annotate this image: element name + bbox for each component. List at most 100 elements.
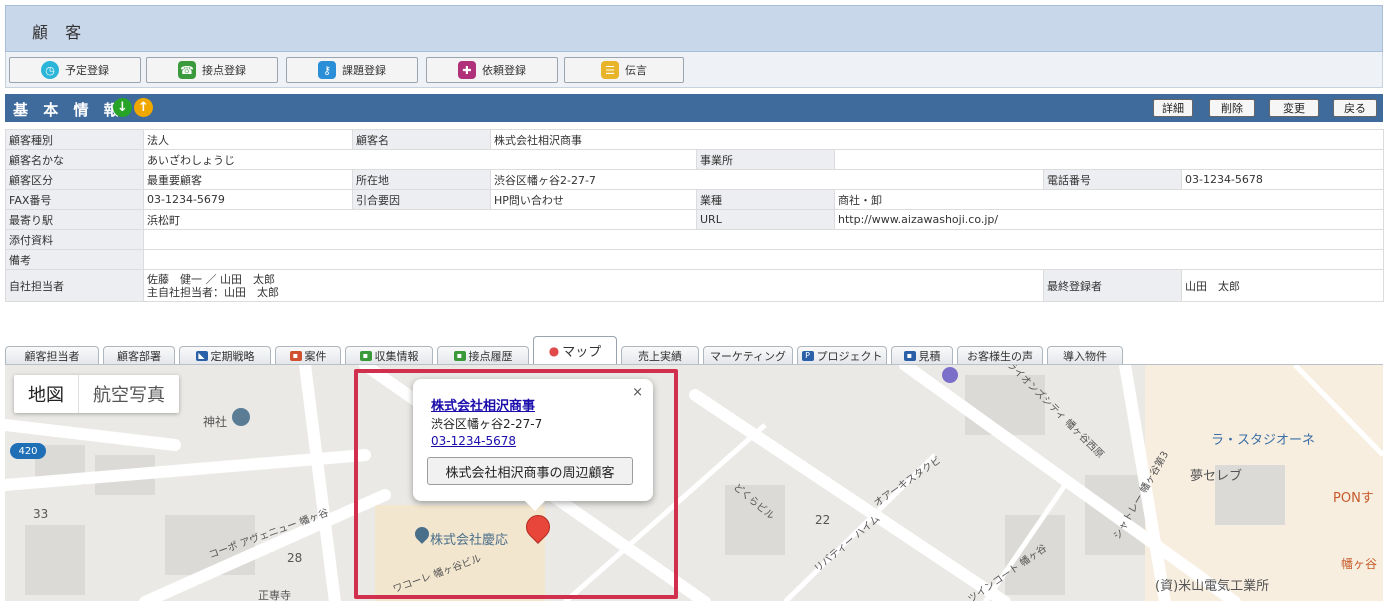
place-label: 22: [815, 513, 831, 527]
tab-label: プロジェクト: [816, 349, 883, 363]
close-icon[interactable]: ×: [632, 385, 643, 400]
map-info-window: × 株式会社相沢商事 渋谷区幡ヶ谷2-27-7 03-1234-5678 株式会…: [413, 379, 653, 511]
map-type-map-button[interactable]: 地図: [14, 375, 78, 413]
popup-address: 渋谷区幡ヶ谷2-27-7: [431, 417, 543, 431]
request-register-label: 依頼登録: [482, 64, 526, 77]
tab-contact-history[interactable]: ▪ 接点履歴: [437, 346, 529, 364]
tab-customer-contacts[interactable]: 顧客担当者: [5, 346, 99, 364]
schedule-register-label: 予定登録: [65, 64, 109, 77]
key-icon: ⚷: [318, 61, 336, 79]
route-shield: 420: [10, 443, 46, 459]
tab-periodic-strategy[interactable]: ◣ 定期戦略: [179, 346, 271, 364]
industry-value: 商社・卸: [834, 189, 1384, 210]
notes-value: [143, 249, 1384, 270]
detail-button[interactable]: 詳細: [1153, 99, 1193, 117]
tab-label: 接点履歴: [468, 349, 513, 363]
place-label: 28: [287, 551, 303, 565]
message-button[interactable]: ☰ 伝言: [564, 57, 684, 83]
schedule-register-button[interactable]: ◷ 予定登録: [9, 57, 141, 83]
place-label: 33: [33, 507, 49, 521]
address-label: 所在地: [352, 169, 491, 190]
place-label: 正専寺: [258, 589, 291, 601]
table-row: 顧客区分 最重要顧客 所在地 渋谷区幡ヶ谷2-27-7 電話番号 03-1234…: [5, 169, 1384, 190]
tab-customer-voice[interactable]: お客様生の声: [957, 346, 1043, 364]
memo-icon: ☰: [601, 61, 619, 79]
main-owner-line: 主自社担当者：山田 太郎: [147, 285, 279, 299]
customer-type-label: 顧客種別: [5, 129, 144, 150]
issue-register-button[interactable]: ⚷ 課題登録: [286, 57, 418, 83]
contact-icon: ☎: [178, 61, 196, 79]
tab-label: マップ: [562, 345, 602, 360]
place-label: (資)米山電気工業所: [1155, 579, 1270, 594]
case-icon: ▪: [289, 350, 302, 361]
tab-marketing[interactable]: マーケティング: [703, 346, 793, 364]
table-row: 自社担当者 佐藤 健一 ／ 山田 太郎 主自社担当者：山田 太郎 最終登録者 山…: [5, 269, 1384, 302]
back-button[interactable]: 戻る: [1333, 99, 1377, 117]
strategy-icon: ◣: [195, 350, 208, 361]
table-row: 顧客種別 法人 顧客名 株式会社相沢商事: [5, 129, 1384, 150]
tab-cases[interactable]: ▪ 案件: [275, 346, 341, 364]
arrow-up-icon[interactable]: ↑: [134, 98, 153, 117]
basic-info-table: 顧客種別 法人 顧客名 株式会社相沢商事 顧客名かな あいざわしょうじ 事業所 …: [5, 129, 1384, 302]
referral-value: HP問い合わせ: [490, 189, 697, 210]
contact-register-button[interactable]: ☎ 接点登録: [146, 57, 278, 83]
action-bar: ◷ 予定登録 ☎ 接点登録 ⚷ 課題登録 ✚ 依頼登録 ☰ 伝言: [5, 52, 1383, 88]
map-type-control: 地図 航空写真: [14, 375, 179, 413]
map-roads: [5, 365, 1383, 601]
tab-label: 顧客担当者: [24, 349, 80, 363]
notes-label: 備考: [5, 249, 144, 270]
request-register-button[interactable]: ✚ 依頼登録: [426, 57, 558, 83]
tab-label: マーケティング: [709, 349, 787, 363]
attachments-value: [143, 229, 1384, 250]
tab-project[interactable]: P プロジェクト: [797, 346, 887, 364]
estimate-icon: ▪: [903, 350, 916, 361]
place-label: 夢セレブ: [1190, 469, 1243, 484]
parking-icon: [942, 367, 958, 383]
map-type-satellite-button[interactable]: 航空写真: [78, 375, 179, 413]
table-row: 最寄り駅 浜松町 URL http://www.aizawashoji.co.j…: [5, 209, 1384, 230]
tab-label: 定期戦略: [210, 349, 255, 363]
tab-collected-info[interactable]: ▪ 収集情報: [345, 346, 433, 364]
tab-map[interactable]: ● マップ: [533, 336, 617, 364]
owner-label: 自社担当者: [5, 269, 144, 302]
tab-estimate[interactable]: ▪ 見積: [891, 346, 953, 364]
owner-value[interactable]: 佐藤 健一 ／ 山田 太郎 主自社担当者：山田 太郎: [143, 269, 1044, 302]
place-label: PONす: [1333, 491, 1374, 506]
table-row: FAX番号 03-1234-5679 引合要因 HP問い合わせ 業種 商社・卸: [5, 189, 1384, 210]
tab-customer-departments[interactable]: 顧客部署: [103, 346, 175, 364]
edit-button[interactable]: 変更: [1269, 99, 1319, 117]
address-value: 渋谷区幡ヶ谷2-27-7: [490, 169, 1044, 190]
tab-label: 見積: [918, 349, 941, 363]
industry-label: 業種: [696, 189, 835, 210]
tab-label: 導入物件: [1063, 349, 1107, 363]
tab-bar: 顧客担当者 顧客部署 ◣ 定期戦略 ▪ 案件 ▪ 収集情報 ▪ 接点履歴 ● マップ 売上…: [5, 336, 1383, 364]
category-value: 最重要顧客: [143, 169, 353, 190]
tab-label: 顧客部署: [117, 349, 161, 363]
tab-label: 売上実績: [638, 349, 682, 363]
kana-value: あいざわしょうじ: [143, 149, 697, 170]
customer-type-value: 法人: [143, 129, 353, 150]
tab-installed-properties[interactable]: 導入物件: [1047, 346, 1123, 364]
place-label: 株式会社慶応: [430, 533, 509, 548]
kana-label: 顧客名かな: [5, 149, 144, 170]
tel-label: 電話番号: [1043, 169, 1182, 190]
table-row: 顧客名かな あいざわしょうじ 事業所: [5, 149, 1384, 170]
delete-button[interactable]: 削除: [1209, 99, 1255, 117]
popup-company-link[interactable]: 株式会社相沢商事: [431, 395, 535, 414]
popup-tel-link[interactable]: 03-1234-5678: [431, 434, 516, 448]
attachments-label: 添付資料: [5, 229, 144, 250]
nearby-customers-button[interactable]: 株式会社相沢商事の周辺顧客: [427, 457, 633, 485]
tab-sales-results[interactable]: 売上実績: [621, 346, 699, 364]
basic-info-header: 基 本 情 報 ↓ ↑ 詳細 削除 変更 戻る: [5, 94, 1383, 122]
category-label: 顧客区分: [5, 169, 144, 190]
arrow-down-icon[interactable]: ↓: [113, 98, 132, 117]
gift-icon: ✚: [458, 61, 476, 79]
fax-label: FAX番号: [5, 189, 144, 210]
url-link[interactable]: http://www.aizawashoji.co.jp/: [834, 209, 1384, 230]
last-editor-label: 最終登録者: [1043, 269, 1182, 302]
owner-line: 佐藤 健一 ／ 山田 太郎: [147, 272, 275, 286]
message-label: 伝言: [625, 64, 647, 77]
map-view[interactable]: 地図 航空写真 420 神社 ラ・スタジオーネ 夢セレブ PONす 株式会社慶応…: [5, 364, 1383, 601]
last-editor-value: 山田 太郎: [1181, 269, 1384, 302]
place-label: ラ・スタジオーネ: [1211, 433, 1316, 448]
